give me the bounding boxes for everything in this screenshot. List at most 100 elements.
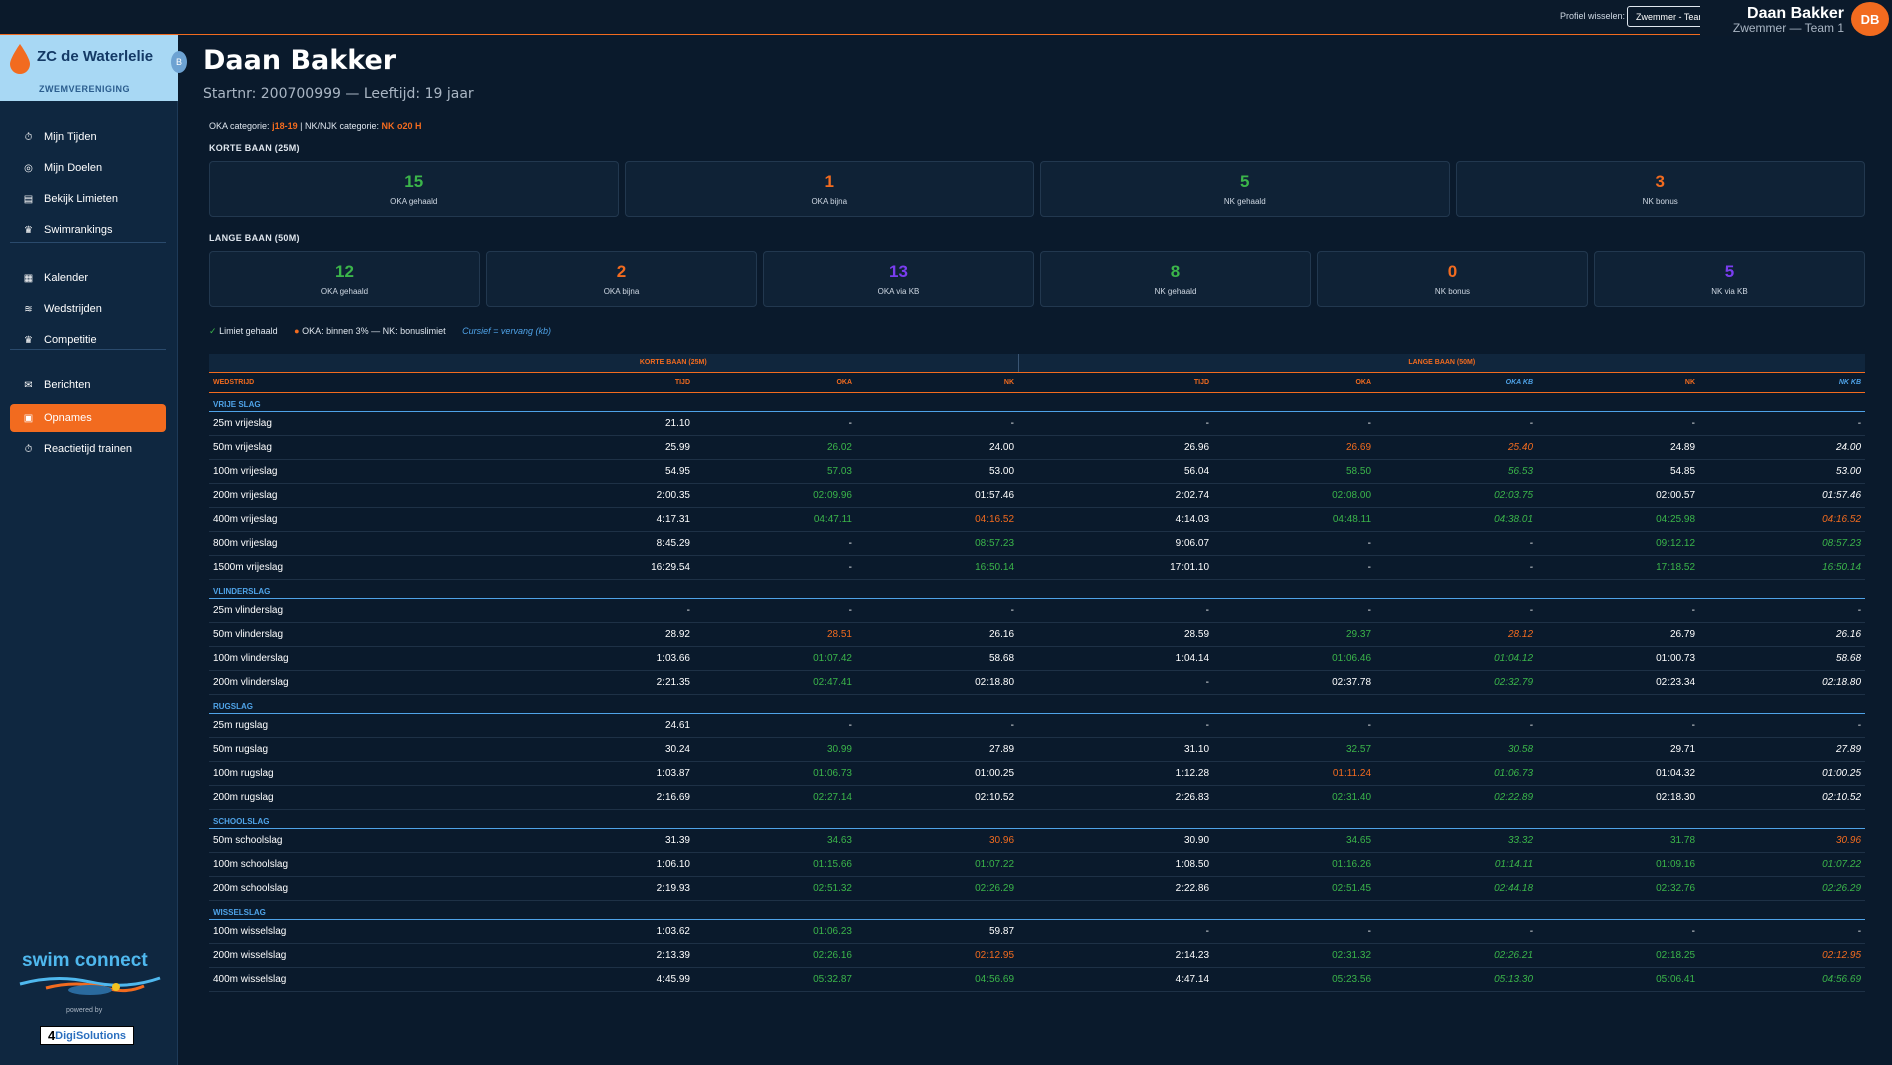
table-cell: 02:27.14: [694, 785, 856, 810]
table-row[interactable]: 25m vlinderslag - - - - - - - -: [209, 598, 1866, 623]
table-row[interactable]: 400m vrijeslag 4:17.31 04:47.11 04:16.52 4:1…: [209, 507, 1866, 532]
table-cell: 09:12.12: [1537, 531, 1700, 556]
stat-value: 5: [1724, 262, 1735, 281]
table-cell: 34.63: [694, 828, 856, 853]
table-cell: 54.85: [1537, 459, 1700, 484]
table-cell: 01:07.42: [694, 646, 856, 671]
section-title: VLINDERSLAG: [209, 579, 1866, 599]
sidebar-item-swimrankings[interactable]: ♛ Swimrankings: [10, 216, 166, 244]
table-row[interactable]: 100m wisselslag 1:03.62 01:06.23 59.87- - - - -: [209, 919, 1866, 944]
column-header-wedstrijd[interactable]: WEDSTRIJD: [209, 372, 329, 393]
event-name: 50m rugslag: [209, 737, 329, 762]
trophy-icon: ♛: [24, 334, 33, 346]
table-cell: 02:08.00: [1213, 483, 1376, 508]
table-cell: 05:32.87: [694, 967, 856, 992]
athlete-meta: Startnr: 200700999 — Leeftijd: 19 jaar: [203, 86, 474, 102]
stat-label: NK bonus: [1434, 287, 1471, 296]
table-row[interactable]: 800m vrijeslag 8:45.29-08:57.23 9:06.07- -0…: [209, 531, 1866, 556]
table-cell: 25.40: [1375, 435, 1538, 460]
column-header-oka[interactable]: OKA: [694, 372, 856, 393]
event-name: 200m schoolslag: [209, 876, 329, 901]
table-cell: -: [1537, 919, 1700, 944]
sidebar-item-bekijk-limieten[interactable]: ▤ Bekijk Limieten: [10, 185, 166, 213]
sidebar-item-label: Mijn Doelen: [44, 162, 103, 174]
table-cell: 30.96: [856, 828, 1019, 853]
table-cell: 34.65: [1213, 828, 1376, 853]
page-title: Daan Bakker: [203, 45, 397, 76]
user-role: Zwemmer — Team 1: [1732, 21, 1844, 35]
table-cell: 1:08.50: [1018, 852, 1214, 877]
avatar[interactable]: DB: [1851, 2, 1889, 36]
section-row: VLINDERSLAG: [209, 579, 1866, 599]
table-cell: 04:56.69: [1699, 967, 1866, 992]
table-row[interactable]: 1500m vrijeslag 16:29.54-16:50.14 17:01.10…: [209, 555, 1866, 580]
sidebar-item-berichten[interactable]: ✉ Berichten: [10, 371, 166, 399]
sidebar-item-opnames[interactable]: ▣ Opnames: [10, 404, 166, 432]
table-row[interactable]: 100m rugslag 1:03.87 01:06.73 01:00.25 1:12.…: [209, 761, 1866, 786]
event-name: 25m rugslag: [209, 713, 329, 738]
table-row[interactable]: 50m rugslag 30.24 30.99 27.89 31.10 32.57 30.5…: [209, 737, 1866, 762]
stat-label: OKA bijna: [603, 287, 640, 296]
section-row: RUGSLAG: [209, 694, 1866, 714]
column-header-tijd[interactable]: TIJD: [1018, 372, 1214, 393]
table-row[interactable]: 100m schoolslag 1:06.10 01:15.66 01:07.22 1:…: [209, 852, 1866, 877]
table-row[interactable]: 200m rugslag 2:16.69 02:27.14 02:10.52 2:26.…: [209, 785, 1866, 810]
column-header-nk-kb[interactable]: NK KB: [1699, 372, 1866, 393]
column-header-nk[interactable]: NK: [1537, 372, 1700, 393]
table-row[interactable]: 50m vlinderslag 28.92 28.51 26.16 28.59 29.37…: [209, 622, 1866, 647]
stat-card-nk-gehaald: 5 NK gehaald: [1040, 161, 1450, 217]
sidebar-item-reactietijd-trainen[interactable]: ⏱ Reactietijd trainen: [10, 435, 166, 463]
event-name: 50m schoolslag: [209, 828, 329, 853]
table-row[interactable]: 50m schoolslag 31.39 34.63 30.96 30.90 34.65 3…: [209, 828, 1866, 853]
table-row[interactable]: 50m vrijeslag 25.99 26.02 24.00 26.96 26.69 25…: [209, 435, 1866, 460]
table-row[interactable]: 200m vlinderslag 2:21.35 02:47.41 02:18.80-…: [209, 670, 1866, 695]
table-row[interactable]: 100m vrijeslag 54.95 57.03 53.00 56.04 58.50 5…: [209, 459, 1866, 484]
table-cell: 58.68: [856, 646, 1019, 671]
sidebar-item-mijn-doelen[interactable]: ◎ Mijn Doelen: [10, 154, 166, 182]
digi-logo-name: DigiSolutions: [55, 1029, 127, 1042]
table-cell: -: [694, 555, 856, 580]
stat-card-nk-gehaald: 8 NK gehaald: [1040, 251, 1311, 307]
table-cell: 1:06.10: [329, 852, 694, 877]
profile-select[interactable]: Zwemmer - Team 1: [1627, 6, 1707, 27]
sidebar-divider: [10, 349, 166, 350]
table-cell: 01:00.25: [856, 761, 1019, 786]
table-row[interactable]: 200m wisselslag 2:13.39 02:26.16 02:12.95 2:…: [209, 943, 1866, 968]
table-cell: 28.92: [329, 622, 694, 647]
collapse-badge[interactable]: B: [171, 51, 187, 73]
column-header-oka-kb[interactable]: OKA KB: [1375, 372, 1538, 393]
group-header-lange-baan: LANGE BAAN (50M): [1017, 354, 1866, 373]
group-header-empty: [209, 354, 329, 373]
column-header-nk[interactable]: NK: [856, 372, 1019, 393]
table-cell: 27.89: [1699, 737, 1866, 762]
sidebar-item-kalender[interactable]: ▦ Kalender: [10, 264, 166, 292]
swim-connect-logo: swim connect: [22, 950, 148, 971]
table-cell: 02:26.21: [1375, 943, 1538, 968]
table-cell: 24.00: [1699, 435, 1866, 460]
sidebar-item-mijn-tijden[interactable]: ⏱ Mijn Tijden: [10, 123, 166, 151]
table-cell: 56.53: [1375, 459, 1538, 484]
table-row[interactable]: 25m vrijeslag 21.10- - - - - - -: [209, 411, 1866, 436]
sidebar-item-wedstrijden[interactable]: ≋ Wedstrijden: [10, 295, 166, 323]
table-cell: 02:18.25: [1537, 943, 1700, 968]
club-brand[interactable]: ZC de Waterlelie ZWEMVERENIGING: [0, 35, 178, 101]
digisolutions-logo[interactable]: 4 DigiSolutions: [40, 1026, 134, 1045]
sidebar-item-label: Competitie: [44, 334, 97, 346]
column-header-row: WEDSTRIJD TIJD OKA NK TIJD OKA OKA KB NK NK KB: [209, 372, 1866, 393]
table-row[interactable]: 100m vlinderslag 1:03.66 01:07.42 58.68 1:04…: [209, 646, 1866, 671]
table-cell: 01:57.46: [856, 483, 1019, 508]
table-cell: 02:12.95: [856, 943, 1019, 968]
column-header-tijd[interactable]: TIJD: [329, 372, 694, 393]
table-row[interactable]: 200m vrijeslag 2:00.35 02:09.96 01:57.46 2:0…: [209, 483, 1866, 508]
column-header-oka[interactable]: OKA: [1213, 372, 1376, 393]
table-row[interactable]: 25m rugslag 24.61- - - - - - -: [209, 713, 1866, 738]
table-cell: 02:10.52: [1699, 785, 1866, 810]
table-row[interactable]: 200m schoolslag 2:19.93 02:51.32 02:26.29 2:…: [209, 876, 1866, 901]
table-cell: 1:03.62: [329, 919, 694, 944]
table-cell: 54.95: [329, 459, 694, 484]
table-cell: 02:31.32: [1213, 943, 1376, 968]
table-row[interactable]: 400m wisselslag 4:45.99 05:32.87 04:56.69 4:…: [209, 967, 1866, 992]
table-cell: -: [1375, 531, 1538, 556]
table-cell: 01:04.32: [1537, 761, 1700, 786]
table-cell: 4:17.31: [329, 507, 694, 532]
